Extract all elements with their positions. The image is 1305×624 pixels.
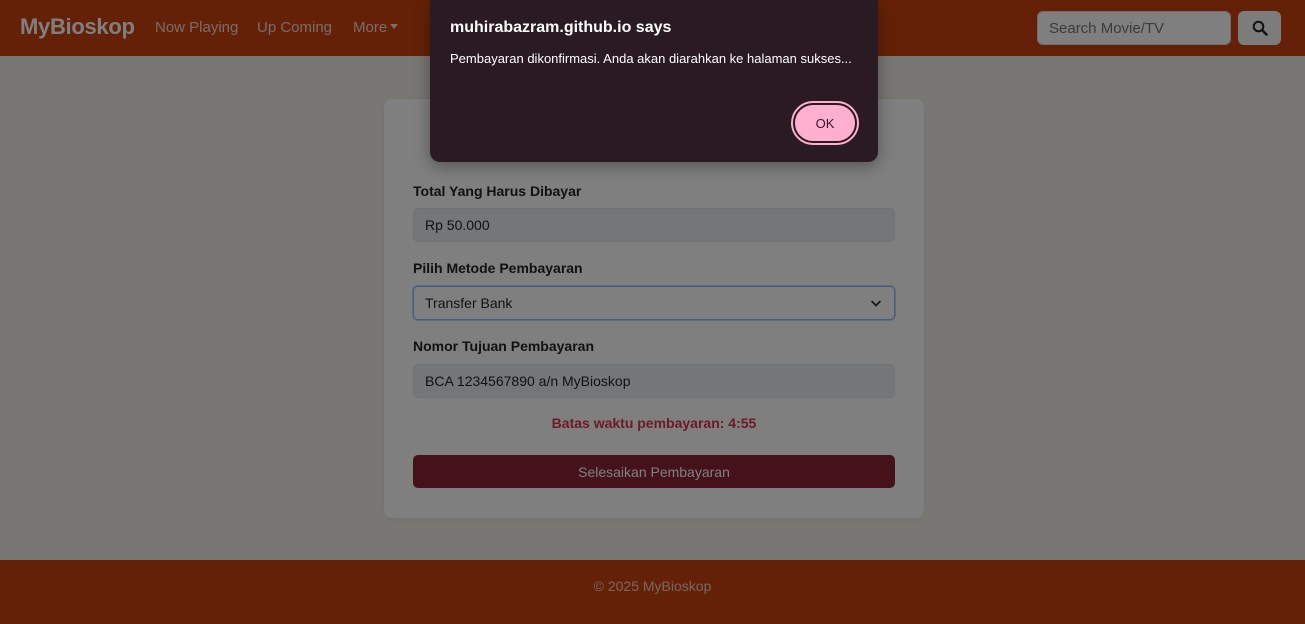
ok-button[interactable]: OK <box>791 101 859 145</box>
alert-dialog: muhirabazram.github.io says Pembayaran d… <box>430 0 878 162</box>
dialog-title: muhirabazram.github.io says <box>450 19 672 36</box>
dialog-message: Pembayaran dikonfirmasi. Anda akan diara… <box>450 51 852 66</box>
